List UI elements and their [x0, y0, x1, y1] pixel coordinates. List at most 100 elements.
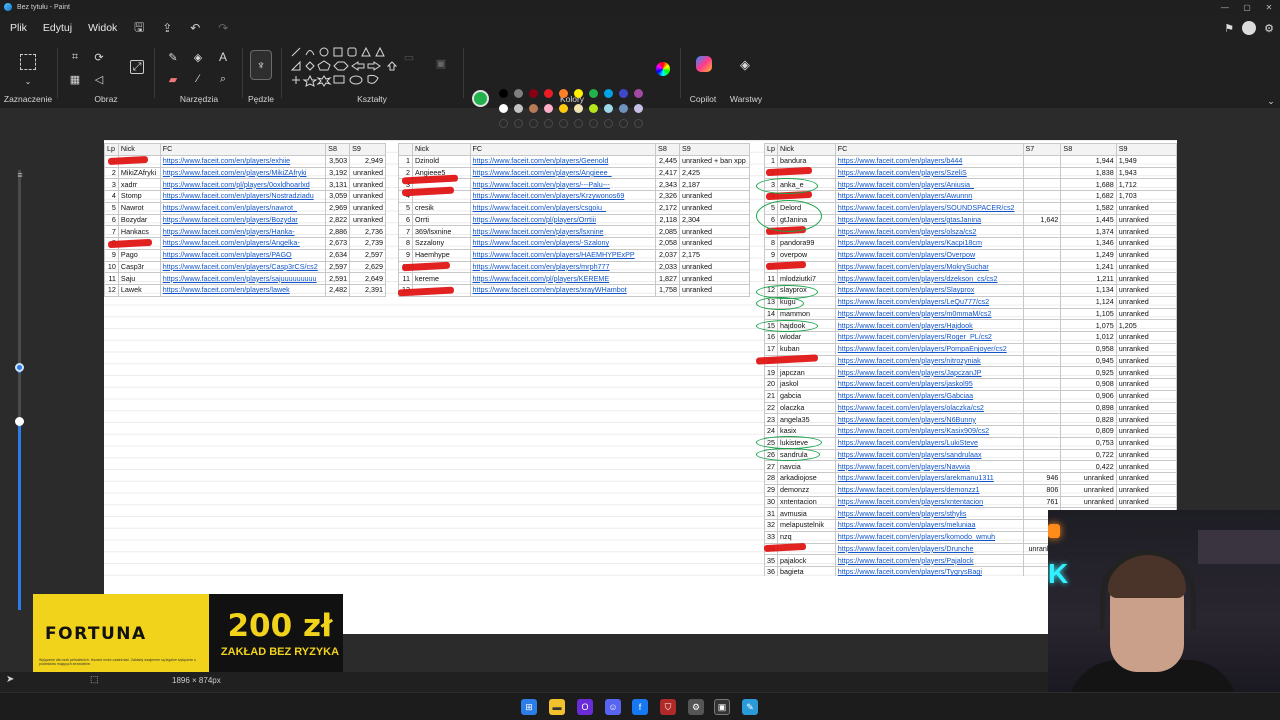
faceit-link[interactable]: https://www.faceit.com/pl/players/KEREME: [469, 272, 657, 285]
undo-icon[interactable]: ↶: [181, 14, 209, 42]
faceit-link[interactable]: https://www.faceit.com/en/players/Pajalo…: [834, 554, 1024, 567]
faceit-link[interactable]: https://www.faceit.com/en/players/komodo…: [834, 530, 1024, 544]
faceit-link[interactable]: https://www.faceit.com/en/players/sajuuu…: [159, 272, 327, 285]
zoom-slider[interactable]: [15, 170, 24, 610]
flip-icon[interactable]: ◁: [92, 72, 106, 86]
faceit-link[interactable]: https://www.faceit.com/en/players/---Pal…: [469, 178, 657, 191]
faceit-link[interactable]: https://www.faceit.com/en/players/olaczk…: [834, 401, 1024, 415]
faceit-link[interactable]: https://www.faceit.com/en/players/xrayWH…: [469, 284, 657, 297]
faceit-link[interactable]: https://www.faceit.com/en/players/Hanka-: [159, 225, 327, 238]
color-swatch[interactable]: [589, 104, 598, 113]
share-icon[interactable]: ⇪: [153, 14, 181, 42]
edit-colors-icon[interactable]: [656, 62, 670, 76]
discord-icon[interactable]: ☺: [605, 699, 621, 715]
slider-knob[interactable]: [15, 417, 24, 426]
color-swatch[interactable]: [604, 89, 613, 98]
slider-knob[interactable]: [15, 363, 24, 372]
steam-icon[interactable]: ⚙: [688, 699, 704, 715]
media-icon[interactable]: ▣: [714, 699, 730, 715]
color-swatch[interactable]: [499, 104, 508, 113]
faceit-link[interactable]: https://www.faceit.com/en/players/olsza/…: [834, 225, 1024, 238]
faceit-link[interactable]: https://www.faceit.com/en/players/dzekso…: [834, 272, 1024, 285]
maximize-button[interactable]: ▢: [1236, 0, 1258, 14]
eraser-icon[interactable]: ▰: [166, 72, 180, 86]
color-swatch[interactable]: [559, 119, 568, 128]
color-swatch[interactable]: [634, 89, 643, 98]
color-swatch[interactable]: [514, 104, 523, 113]
redo-icon[interactable]: ↷: [209, 14, 237, 42]
facebook-icon[interactable]: f: [632, 699, 648, 715]
drawing-canvas[interactable]: Lp Nick FC S8 S9 1 https://www.faceit.com…: [104, 140, 1177, 576]
faceit-link[interactable]: https://www.faceit.com/en/players/csgoiu…: [469, 201, 657, 215]
faceit-link[interactable]: https://www.faceit.com/en/players/nawrot…: [159, 201, 327, 215]
faceit-link[interactable]: https://www.faceit.com/pl/players/Orrtii…: [469, 213, 657, 227]
color-swatch[interactable]: [559, 89, 568, 98]
faceit-link[interactable]: https://www.faceit.com/en/players/N6Bunn…: [834, 413, 1024, 426]
color-swatch[interactable]: [634, 104, 643, 113]
faceit-link[interactable]: https://www.faceit.com/en/players/SzeliS: [834, 166, 1024, 180]
chevron-down-icon[interactable]: ⌄: [21, 74, 35, 88]
text-icon[interactable]: A: [216, 50, 230, 64]
layers-icon[interactable]: ◈: [738, 57, 752, 72]
shapes-gallery[interactable]: [290, 46, 400, 94]
fill-shape-icon[interactable]: ▣: [434, 56, 448, 70]
color-swatch[interactable]: [589, 119, 598, 128]
color-swatch[interactable]: [604, 119, 613, 128]
outline-icon[interactable]: ▭: [402, 50, 416, 64]
faceit-link[interactable]: https://www.faceit.com/en/players/MokryS…: [834, 260, 1024, 274]
color-swatch[interactable]: [634, 119, 643, 128]
faceit-link[interactable]: https://www.faceit.com/en/players/LeQu77…: [834, 295, 1024, 309]
faceit-link[interactable]: https://www.faceit.com/en/players/Overpo…: [834, 248, 1024, 262]
color-swatch[interactable]: [514, 89, 523, 98]
color-swatch[interactable]: [619, 89, 628, 98]
color-swatch[interactable]: [529, 89, 538, 98]
crop-icon[interactable]: ⌗: [68, 50, 82, 64]
color-swatch[interactable]: [604, 104, 613, 113]
color-swatch[interactable]: [499, 89, 508, 98]
faceit-link[interactable]: https://www.faceit.com/en/players/Krzywo…: [469, 190, 657, 203]
faceit-link[interactable]: https://www.faceit.com/en/players/PAGO: [159, 248, 327, 262]
avatar[interactable]: [1242, 21, 1257, 35]
color-swatch[interactable]: [499, 119, 508, 128]
color-swatch[interactable]: [514, 119, 523, 128]
faceit-link[interactable]: https://www.faceit.com/en/players/Bozyda…: [159, 213, 327, 227]
faceit-link[interactable]: https://www.faceit.com/en/players/Kasix9…: [834, 425, 1024, 438]
remove-background-icon[interactable]: ▦: [68, 72, 82, 86]
pencil-icon[interactable]: ✎: [166, 50, 180, 64]
faceit-link[interactable]: https://www.faceit.com/en/players/Japcza…: [834, 366, 1024, 379]
color-swatch[interactable]: [544, 89, 553, 98]
faceit-link[interactable]: https://www.faceit.com/en/players/Tygrys…: [834, 566, 1024, 576]
paint-icon[interactable]: ✎: [742, 699, 758, 715]
brush-icon[interactable]: ♆: [250, 50, 272, 80]
faceit-link[interactable]: https://www.faceit.com/en/players/nitroz…: [834, 354, 1024, 368]
faceit-link[interactable]: https://www.faceit.com/en/players/meluni…: [834, 519, 1024, 532]
color-picker-icon[interactable]: ⁄: [191, 72, 205, 86]
faceit-link[interactable]: https://www.faceit.com/en/players/exhiie: [159, 154, 327, 168]
color-swatch[interactable]: [559, 104, 568, 113]
faceit-link[interactable]: https://www.faceit.com/en/players/lawek: [159, 284, 327, 297]
faceit-link[interactable]: https://www.faceit.com/en/players/Nostra…: [159, 190, 327, 203]
faceit-link[interactable]: https://www.faceit.com/en/players/Angiee…: [469, 166, 657, 180]
fill-icon[interactable]: ◈: [191, 50, 205, 64]
shield-icon[interactable]: ⛉: [660, 699, 676, 715]
menu-view[interactable]: Widok: [80, 22, 125, 34]
faceit-link[interactable]: https://www.faceit.com/en/players/b444: [834, 154, 1024, 168]
faceit-link[interactable]: https://www.faceit.com/en/players/Geenol…: [469, 154, 657, 168]
faceit-link[interactable]: https://www.faceit.com/en/players/Navwia: [834, 460, 1024, 473]
color-swatch[interactable]: [529, 104, 538, 113]
magnifier-icon[interactable]: ⌕: [216, 72, 230, 86]
faceit-link[interactable]: https://www.faceit.com/en/players/Kacpi1…: [834, 237, 1024, 250]
faceit-link[interactable]: https://www.faceit.com/en/players/xntent…: [834, 495, 1024, 509]
faceit-link[interactable]: https://www.faceit.com/en/players/Drunch…: [834, 542, 1024, 556]
faceit-link[interactable]: https://www.faceit.com/en/players/Slaypr…: [834, 284, 1024, 297]
copilot-icon[interactable]: [696, 56, 712, 72]
faceit-link[interactable]: https://www.faceit.com/en/players/HAEMHY…: [469, 248, 657, 262]
faceit-link[interactable]: https://www.faceit.com/en/players/m0mmaM…: [834, 307, 1024, 321]
color-swatch[interactable]: [619, 119, 628, 128]
faceit-link[interactable]: https://www.faceit.com/en/players/Gabcia…: [834, 389, 1024, 403]
faceit-link[interactable]: https://www.faceit.com/pl/players/0oxldh…: [159, 178, 327, 191]
primary-color-swatch[interactable]: [472, 90, 489, 107]
close-button[interactable]: ✕: [1258, 0, 1280, 14]
faceit-link[interactable]: https://www.faceit.com/en/players/MikiZA…: [159, 166, 327, 180]
menu-edit[interactable]: Edytuj: [35, 22, 80, 34]
